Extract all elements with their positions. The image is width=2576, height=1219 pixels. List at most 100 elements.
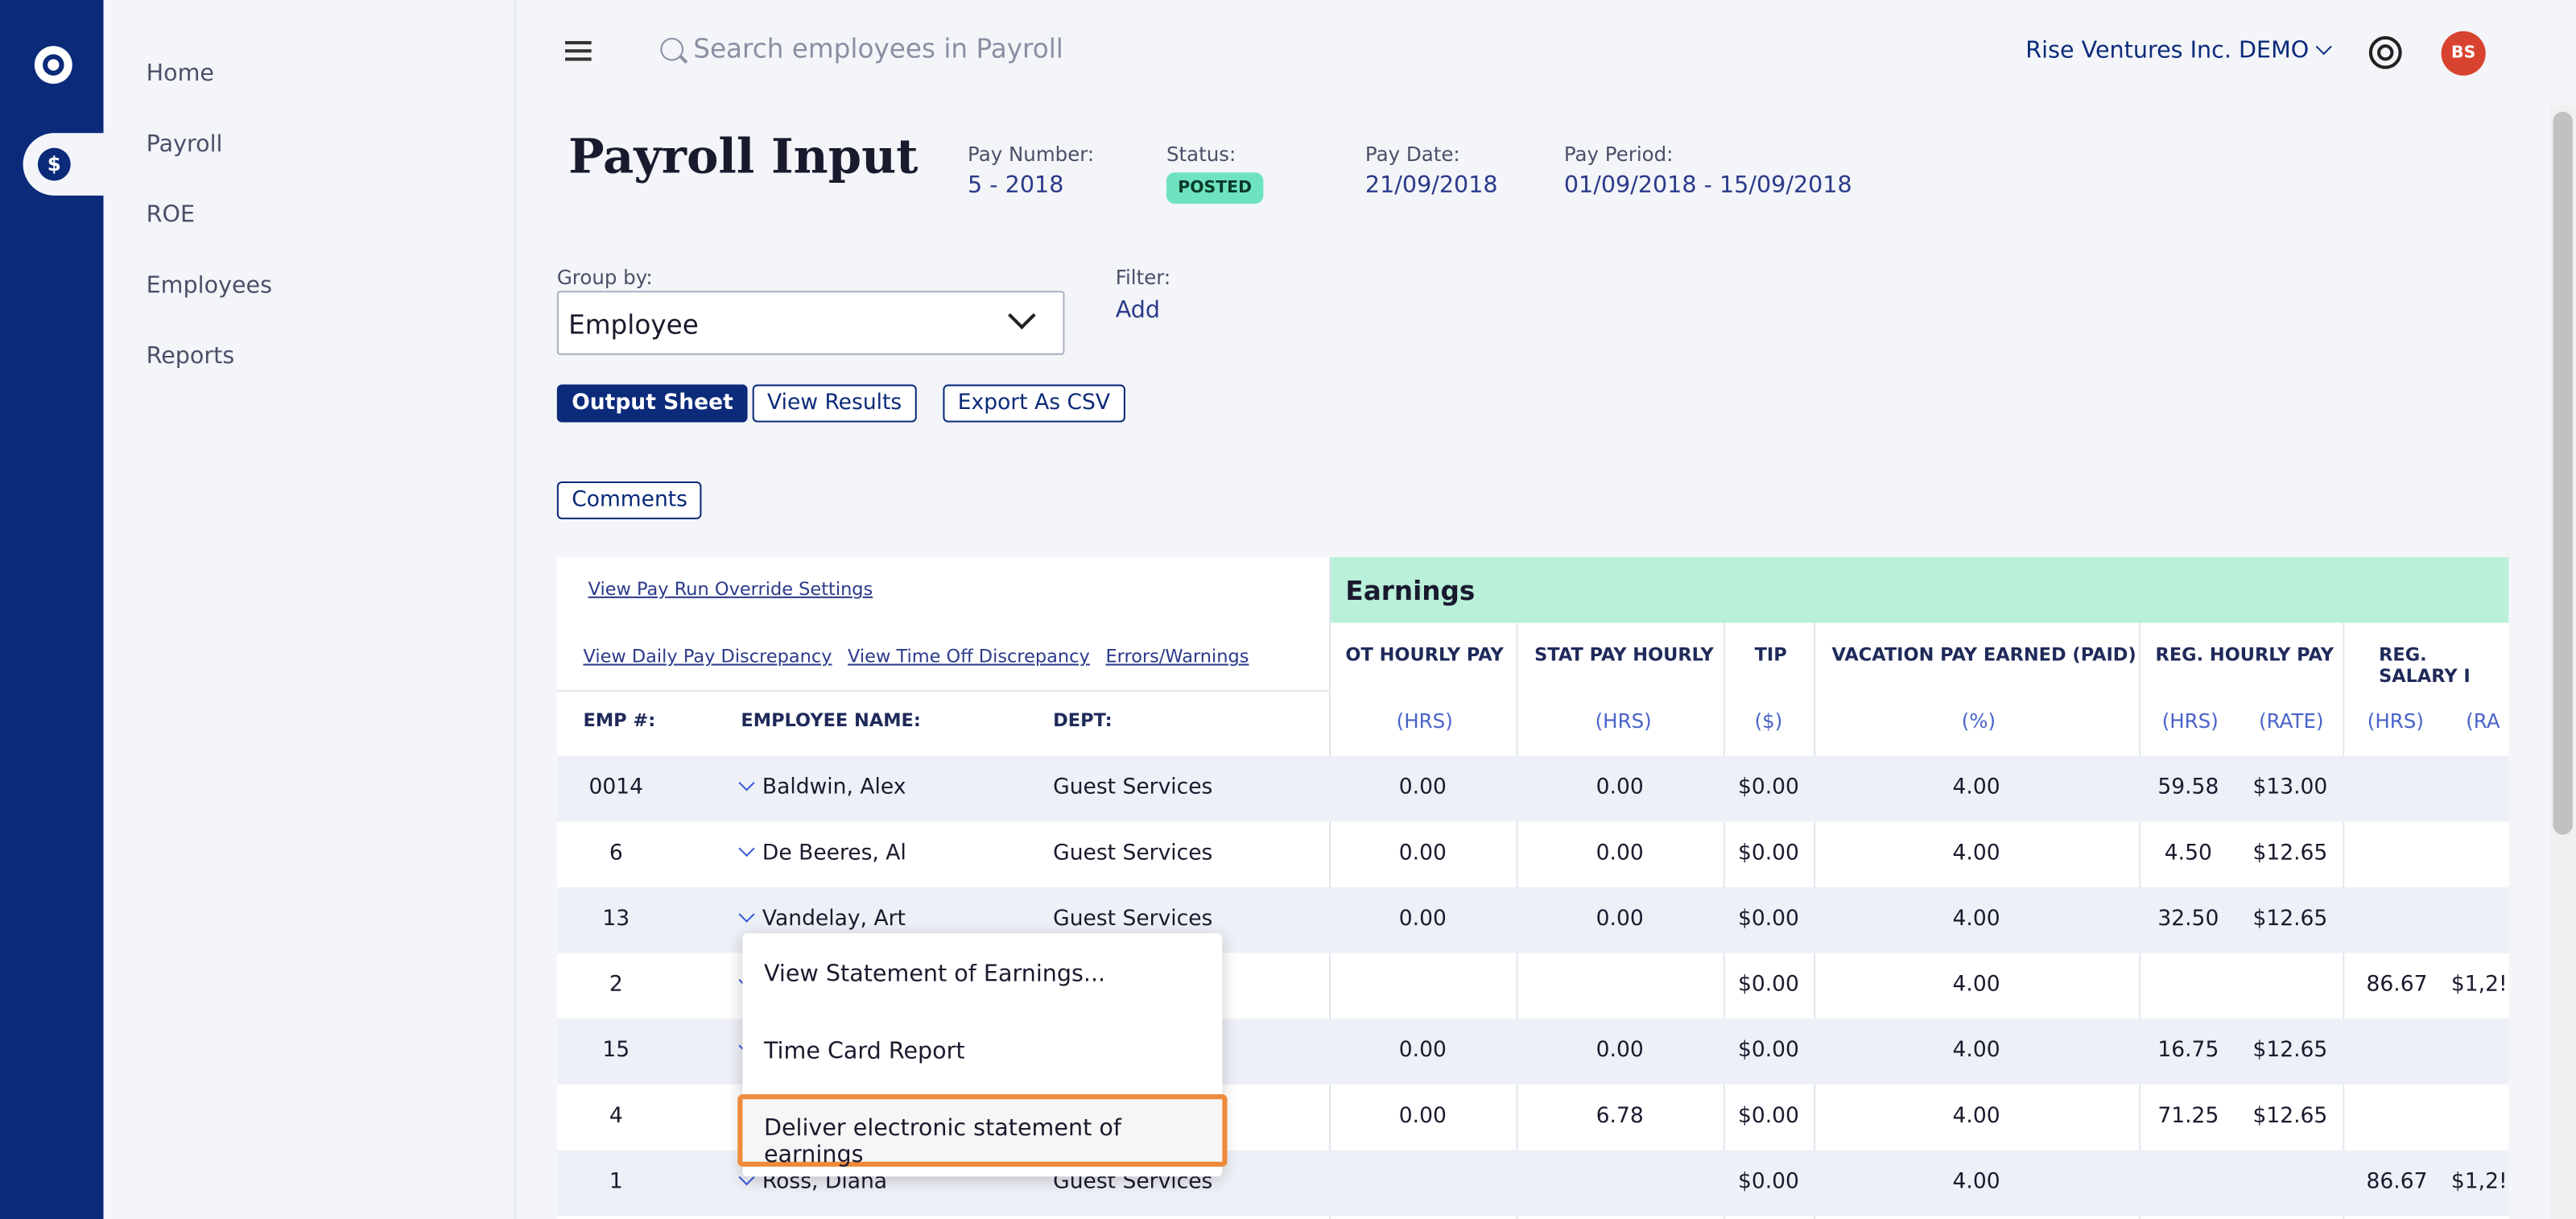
menu-item-view-statement[interactable]: View Statement of Earnings...: [764, 961, 1105, 988]
view-results-button[interactable]: View Results: [752, 384, 917, 423]
cell-emp: 15: [583, 1039, 649, 1064]
cell-text: 0.00: [1398, 1104, 1447, 1130]
cell-text: $0.00: [1737, 1170, 1799, 1195]
pay-date-value: 21/09/2018: [1364, 172, 1498, 199]
table-row[interactable]: 0014 Baldwin, Alex Guest Services 0.00 0.00 $…: [556, 755, 2509, 822]
errors-warnings-link[interactable]: Errors/Warnings: [1105, 646, 1249, 667]
timeoff-discrepancy-link[interactable]: View Time Off Discrepancy: [848, 646, 1090, 667]
cell-reg-rate: $12.65: [2238, 841, 2343, 866]
cell-text: 6.78: [1596, 1104, 1644, 1130]
cell-tip: $0.00: [1724, 1104, 1814, 1129]
cell-reg-hrs: 32.50: [2139, 907, 2237, 932]
daily-discrepancy-link[interactable]: View Daily Pay Discrepancy: [583, 646, 832, 667]
chevron-down-icon[interactable]: [738, 906, 755, 923]
company-selector[interactable]: Rise Ventures Inc. DEMO: [2025, 38, 2333, 64]
unit-ot: (HRS): [1396, 709, 1453, 733]
cell-text: 0.00: [1596, 907, 1644, 932]
pay-period: Pay Period: 01/09/2018 - 15/09/2018: [1564, 143, 1852, 199]
cell-reg-rate: $12.65: [2238, 1039, 2343, 1064]
cell-text: 4.00: [1952, 973, 2000, 998]
search-input[interactable]: [693, 32, 1351, 64]
cell-vac: 4.00: [1814, 1170, 2139, 1195]
chevron-down-icon: [1008, 301, 1036, 330]
cell-reg-rate: $13.00: [2238, 775, 2343, 800]
avatar[interactable]: BS: [2441, 31, 2486, 76]
app-logo-icon[interactable]: [34, 46, 72, 85]
cell-name[interactable]: De Beeres, Al: [738, 840, 1036, 866]
cell-text: 0.00: [1596, 841, 1644, 866]
cell-text: Vandelay, Art: [762, 907, 906, 932]
cell-text: 0.00: [1596, 775, 1644, 800]
cell-reg-rate: $12.65: [2238, 907, 2343, 932]
cell-name[interactable]: Baldwin, Alex: [738, 775, 1036, 800]
col-ot-hourly: OT HOURLY PAY: [1345, 643, 1504, 666]
sidebar-item-roe[interactable]: ROE: [147, 202, 195, 229]
pay-date: Pay Date: 21/09/2018: [1365, 143, 1498, 199]
cell-text: 15: [602, 1038, 630, 1064]
scrollbar-thumb[interactable]: [2553, 111, 2573, 835]
sidebar-item-employees[interactable]: Employees: [147, 273, 272, 300]
cell-text: 0014: [588, 775, 644, 800]
cell-text: $12.65: [2252, 1104, 2328, 1130]
override-settings-link[interactable]: View Pay Run Override Settings: [588, 578, 873, 600]
cell-stat: 0.00: [1517, 907, 1724, 932]
comments-button[interactable]: Comments: [556, 481, 703, 519]
menu-icon[interactable]: [565, 41, 592, 61]
export-csv-button[interactable]: Export As CSV: [943, 384, 1125, 423]
col-vacation: VACATION PAY EARNED (PAID): [1831, 643, 2136, 666]
cell-text: Guest Services: [1053, 841, 1213, 866]
pay-period-value: 01/09/2018 - 15/09/2018: [1563, 172, 1852, 199]
app-rail: $: [0, 0, 104, 1219]
cell-emp: 4: [583, 1104, 649, 1129]
cell-text: 2: [609, 973, 623, 998]
cell-reg-hrs: 71.25: [2139, 1104, 2237, 1129]
cell-name[interactable]: Vandelay, Art: [738, 906, 1036, 932]
cell-text: De Beeres, Al: [762, 841, 906, 866]
cell-text: 0.00: [1596, 1038, 1644, 1064]
chevron-down-icon[interactable]: [738, 840, 755, 857]
table-row[interactable]: 6 De Beeres, Al Guest Services 0.00 0.00 $0.0…: [557, 821, 2508, 887]
cell-stat: 6.78: [1517, 1104, 1724, 1129]
cell-text: 4: [609, 1104, 623, 1130]
cell-sal-hrs: 86.67: [2343, 1170, 2451, 1195]
cell-text: $0.00: [1737, 775, 1799, 800]
cell-text: $13.00: [2252, 775, 2328, 800]
cell-text: $12.65: [2252, 1038, 2328, 1064]
help-icon[interactable]: [2368, 35, 2402, 69]
payroll-app-tab[interactable]: $: [23, 133, 104, 196]
group-by-label: Group by:: [556, 266, 653, 290]
page-scrollbar[interactable]: [2549, 105, 2576, 1219]
filter-add-link[interactable]: Add: [1116, 297, 1160, 324]
menu-item-time-card-report[interactable]: Time Card Report: [764, 1039, 965, 1065]
menu-item-deliver-statement[interactable]: Deliver electronic statement of earnings: [737, 1094, 1228, 1168]
cell-ot: 0.00: [1329, 907, 1517, 932]
cell-text: $0.00: [1737, 1038, 1799, 1064]
cell-sal-rate: $1,2!: [2451, 1170, 2508, 1195]
cell-text: $0.00: [1737, 1104, 1799, 1130]
col-name: EMPLOYEE NAME:: [741, 709, 921, 732]
cell-text: $0.00: [1737, 907, 1799, 932]
cell-text: 4.00: [1952, 1038, 2000, 1064]
sidebar-item-payroll[interactable]: Payroll: [147, 131, 223, 158]
output-sheet-button[interactable]: Output Sheet: [556, 384, 749, 423]
unit-vac: (%): [1961, 709, 1996, 733]
cell-vac: 4.00: [1814, 907, 2139, 932]
pay-number-label: Pay Number:: [968, 143, 1095, 167]
cell-tip: $0.00: [1724, 1170, 1814, 1195]
cell-text: 4.00: [1952, 907, 2000, 932]
search-icon: [660, 37, 683, 61]
col-reg-salary: REG. SALARY I: [2379, 643, 2471, 688]
cell-reg-hrs: 16.75: [2139, 1039, 2237, 1064]
cell-emp: 13: [583, 907, 649, 932]
cell-vac: 4.00: [1814, 1104, 2139, 1129]
divider: [556, 690, 1330, 692]
sidebar-item-reports[interactable]: Reports: [147, 344, 235, 370]
unit-stat: (HRS): [1595, 709, 1652, 733]
cell-text: 86.67: [2366, 973, 2428, 998]
cell-tip: $0.00: [1724, 1039, 1814, 1064]
chevron-down-icon[interactable]: [738, 775, 755, 791]
sidebar-item-home[interactable]: Home: [147, 61, 214, 88]
col-reg-hourly: REG. HOURLY PAY: [2155, 643, 2334, 666]
cell-text: Guest Services: [1053, 907, 1213, 932]
group-by-select[interactable]: Employee: [556, 291, 1065, 355]
